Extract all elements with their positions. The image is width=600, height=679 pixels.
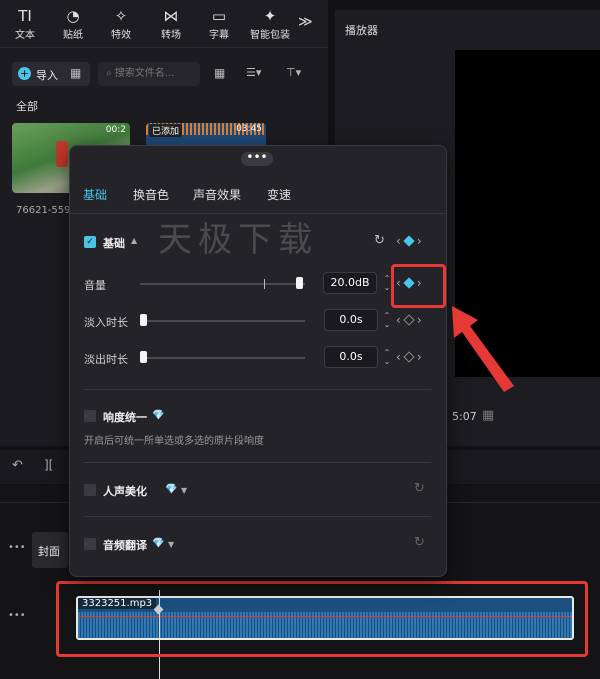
qr-icon[interactable]: ▦ <box>70 66 81 80</box>
split-icon[interactable]: ][ <box>44 458 53 472</box>
fullscreen-icon[interactable]: ▦ <box>482 408 494 423</box>
toolbar-effects[interactable]: ✧ 特效 <box>98 6 144 41</box>
volume-slider-knob[interactable] <box>296 277 304 289</box>
all-label: 全部 <box>16 100 38 113</box>
keyframe-icon[interactable] <box>403 314 415 326</box>
cover-button[interactable]: 封面 <box>32 532 68 568</box>
media-toolbar: TI 文本 ◔ 贴纸 ✧ 特效 ⋈ 转场 ▭ 字幕 ✦ 智能包装 ≫ <box>0 0 328 48</box>
loudness-checkbox[interactable] <box>84 410 96 422</box>
volume-slider[interactable] <box>140 283 305 285</box>
grid-view-icon[interactable]: ▦ <box>214 66 225 80</box>
tab-voice-change[interactable]: 换音色 <box>133 186 169 203</box>
tab-basic[interactable]: 基础 <box>83 186 107 203</box>
fadein-stepper[interactable]: ⌃ ⌄ <box>381 311 393 329</box>
effects-icon: ✧ <box>114 7 128 25</box>
audio-translate-label: 音频翻译 <box>103 539 147 552</box>
basic-keyframe-nav[interactable]: ‹ › <box>396 234 422 248</box>
subtitle-icon: ▭ <box>211 7 227 25</box>
volume-value[interactable]: 20.0dB <box>323 272 377 294</box>
track-menu-icon[interactable]: ••• <box>8 542 26 553</box>
tab-speed[interactable]: 变速 <box>267 186 291 203</box>
reset-icon[interactable]: ↻ <box>374 233 385 248</box>
section-divider <box>83 516 431 517</box>
fadeout-stepper[interactable]: ⌃ ⌄ <box>381 348 393 366</box>
diamond-icon: 💎 <box>152 410 165 421</box>
volume-default-tick <box>264 279 265 289</box>
plus-icon: + <box>18 67 31 80</box>
fadeout-slider-knob[interactable] <box>140 351 147 363</box>
diamond-icon: 💎 <box>165 484 178 495</box>
highlight-keyframe-box <box>391 264 446 308</box>
fadeout-keyframe-nav[interactable]: ‹ › <box>396 350 422 364</box>
search-icon: ⌕ <box>106 68 115 79</box>
volume-label: 音量 <box>84 279 106 292</box>
section-divider <box>83 462 431 463</box>
chevron-down-icon[interactable]: ▼ <box>181 486 187 495</box>
smart-package-icon: ✦ <box>263 7 277 25</box>
basic-section-label: 基础 <box>103 237 125 250</box>
keyframe-icon[interactable] <box>403 235 415 247</box>
fadeout-label: 淡出时长 <box>84 353 128 366</box>
tab-sound-effects[interactable]: 声音效果 <box>193 186 241 203</box>
added-badge: 已添加 <box>149 124 183 137</box>
highlight-track-box <box>56 581 588 657</box>
toolbar-smart-package[interactable]: ✦ 智能包装 <box>244 6 296 41</box>
toolbar-transition[interactable]: ⋈ 转场 <box>148 6 194 41</box>
loudness-label: 响度统一 <box>103 411 147 424</box>
toolbar-subtitle[interactable]: ▭ 字幕 <box>196 6 242 41</box>
voice-beautify-label: 人声美化 <box>103 485 147 498</box>
sort-icon[interactable]: ☰▾ <box>246 66 261 79</box>
player-timecode: 5:07 <box>452 410 477 423</box>
toolbar-sticker[interactable]: ◔ 贴纸 <box>50 6 96 41</box>
fadeout-slider[interactable] <box>140 357 305 359</box>
undo-icon[interactable]: ↶ <box>12 458 23 473</box>
annotation-arrow <box>452 306 514 392</box>
keyframe-icon[interactable] <box>403 351 415 363</box>
import-button[interactable]: + 导入 ▦ <box>12 62 90 86</box>
fadein-label: 淡入时长 <box>84 316 128 329</box>
audio-translate-checkbox[interactable] <box>84 538 96 550</box>
fadeout-value[interactable]: 0.0s <box>324 346 378 368</box>
diamond-icon: 💎 <box>152 538 165 549</box>
check-icon: ✓ <box>86 237 94 247</box>
section-divider <box>83 389 431 390</box>
chevron-down-icon[interactable]: ▼ <box>168 540 174 549</box>
transition-icon: ⋈ <box>163 7 179 25</box>
popup-handle[interactable]: ••• <box>241 151 273 166</box>
filter-icon[interactable]: ⊤▾ <box>286 66 301 79</box>
collapse-icon[interactable]: ▲ <box>131 236 137 245</box>
sticker-icon: ◔ <box>66 7 80 25</box>
player-title: 播放器 <box>345 24 378 37</box>
reset-icon[interactable]: ↻ <box>414 481 425 496</box>
fadein-keyframe-nav[interactable]: ‹ › <box>396 313 422 327</box>
watermark: 天极下载 <box>158 220 318 260</box>
track-menu-icon[interactable]: ••• <box>8 610 26 621</box>
thumbnail-name: 76621-559 <box>16 205 71 216</box>
voice-beautify-checkbox[interactable] <box>84 484 96 496</box>
basic-checkbox[interactable]: ✓ <box>84 236 96 248</box>
loudness-description: 开启后可统一所单选或多选的原片段响度 <box>84 436 264 447</box>
search-input[interactable]: ⌕ 搜索文件名... <box>98 62 200 86</box>
more-icon[interactable]: ≫ <box>298 14 313 30</box>
fadein-slider[interactable] <box>140 320 305 322</box>
text-icon: TI <box>18 7 32 25</box>
fadein-value[interactable]: 0.0s <box>324 309 378 331</box>
figure-shape <box>56 141 68 167</box>
toolbar-text[interactable]: TI 文本 <box>2 6 48 41</box>
reset-icon[interactable]: ↻ <box>414 535 425 550</box>
fadein-slider-knob[interactable] <box>140 314 147 326</box>
